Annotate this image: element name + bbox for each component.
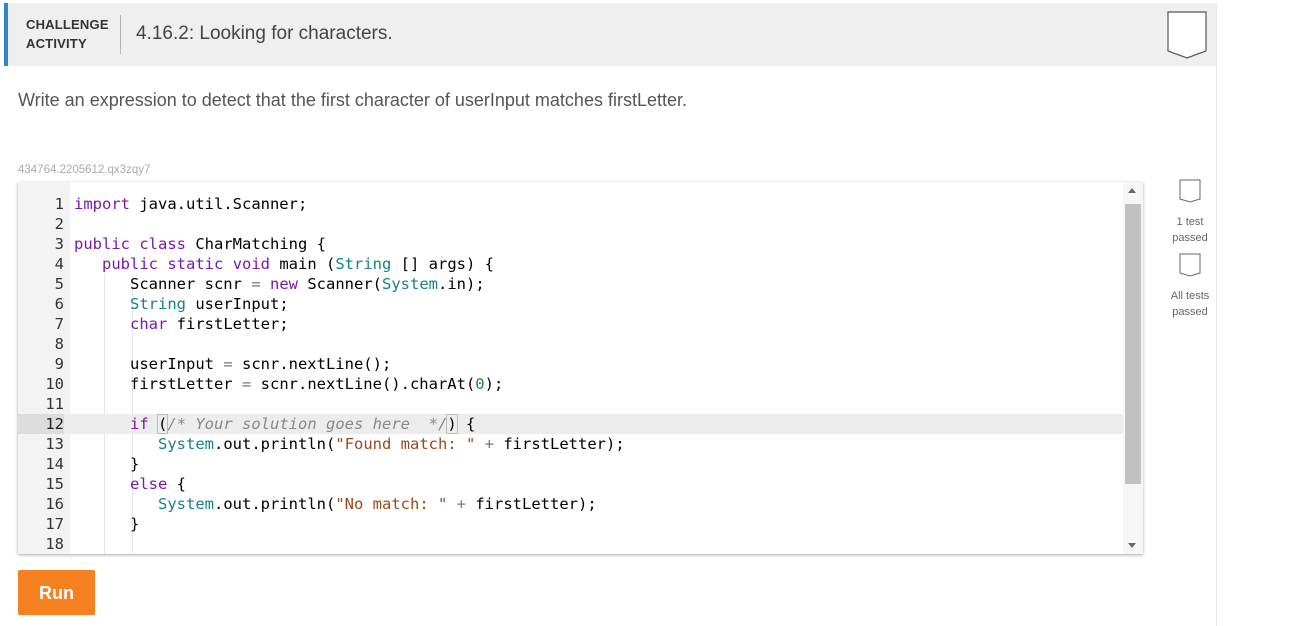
activity-title: 4.16.2: Looking for characters.	[136, 23, 393, 44]
scroll-down-icon[interactable]	[1128, 543, 1136, 548]
line-number: 9	[54, 355, 64, 373]
line-number: 12	[18, 414, 64, 434]
line-number: 2	[54, 215, 64, 233]
code-line[interactable]: 6 String userInput;	[18, 294, 1123, 314]
line-number: 6	[54, 295, 64, 313]
code-lines[interactable]: 1 import java.util.Scanner; 2 3 public cla…	[18, 194, 1123, 554]
line-number: 5	[54, 275, 64, 293]
line-number: 18	[45, 535, 64, 553]
line-number: 3	[54, 235, 64, 253]
test-status-icon	[1179, 179, 1201, 203]
one-test-label-line1: 1 test	[1176, 216, 1204, 228]
code-line[interactable]: 17 }	[18, 514, 1123, 534]
line-number: 16	[45, 495, 64, 513]
all-tests-status: All tests passed	[1162, 253, 1218, 320]
all-tests-label-line1: All tests	[1170, 290, 1210, 302]
challenge-activity-card: CHALLENGE ACTIVITY 4.16.2: Looking for c…	[4, 3, 1217, 626]
header-divider	[120, 15, 121, 54]
code-line-active[interactable]: 12 if (/* Your solution goes here */) {	[18, 414, 1123, 434]
line-number: 10	[45, 375, 64, 393]
all-tests-label-line2: passed	[1172, 306, 1208, 318]
code-line[interactable]: 2	[18, 214, 1123, 234]
line-number: 7	[54, 315, 64, 333]
line-number: 8	[54, 335, 64, 353]
code-line[interactable]: 5 Scanner scnr = new Scanner(System.in);	[18, 274, 1123, 294]
scrollbar-thumb[interactable]	[1125, 204, 1141, 484]
line-number: 1	[54, 195, 64, 213]
line-number: 14	[45, 455, 64, 473]
code-line[interactable]: 11	[18, 394, 1123, 414]
test-status-icon	[1179, 253, 1201, 277]
badge-line-2: ACTIVITY	[26, 36, 87, 51]
code-line[interactable]: 8	[18, 334, 1123, 354]
badge-line-1: CHALLENGE	[26, 17, 109, 32]
activity-header: CHALLENGE ACTIVITY 4.16.2: Looking for c…	[4, 3, 1216, 66]
code-line[interactable]: 16 System.out.println("No match: " + fir…	[18, 494, 1123, 514]
code-id: 434764.2205612.qx3zqy7	[18, 164, 151, 176]
instruction-text: Write an expression to detect that the f…	[18, 90, 687, 110]
one-test-status: 1 test passed	[1162, 179, 1218, 246]
code-line[interactable]: 7 char firstLetter;	[18, 314, 1123, 334]
code-line[interactable]: 14 }	[18, 454, 1123, 474]
code-line[interactable]: 9 userInput = scnr.nextLine();	[18, 354, 1123, 374]
vertical-scrollbar[interactable]	[1123, 182, 1143, 554]
scroll-up-icon[interactable]	[1128, 188, 1136, 193]
code-line[interactable]: 10 firstLetter = scnr.nextLine().charAt(…	[18, 374, 1123, 394]
code-line[interactable]: 15 else {	[18, 474, 1123, 494]
run-button[interactable]: Run	[18, 570, 95, 615]
code-editor[interactable]: 1 import java.util.Scanner; 2 3 public cla…	[18, 182, 1143, 554]
code-line[interactable]: 1 import java.util.Scanner;	[18, 194, 1123, 214]
line-number: 11	[45, 395, 64, 413]
code-line[interactable]: 18	[18, 534, 1123, 554]
code-line[interactable]: 13 System.out.println("Found match: " + …	[18, 434, 1123, 454]
line-number: 13	[45, 435, 64, 453]
one-test-label-line2: passed	[1172, 232, 1208, 244]
code-line[interactable]: 3 public class CharMatching {	[18, 234, 1123, 254]
bookmark-icon[interactable]	[1167, 11, 1207, 59]
activity-badge: CHALLENGE ACTIVITY	[26, 15, 109, 53]
line-number: 4	[54, 255, 64, 273]
line-number: 17	[45, 515, 64, 533]
line-number: 15	[45, 475, 64, 493]
code-line[interactable]: 4 public static void main (String [] arg…	[18, 254, 1123, 274]
